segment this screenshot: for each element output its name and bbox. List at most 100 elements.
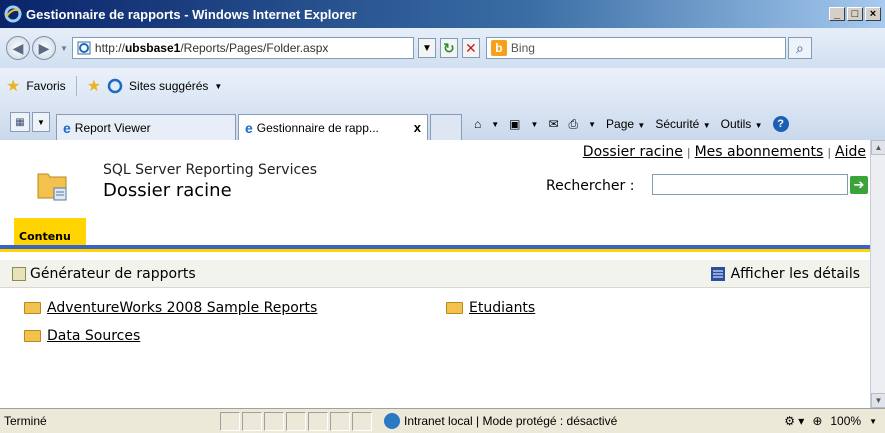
details-list-icon	[710, 266, 725, 281]
status-cell	[352, 411, 372, 431]
command-bar: ⌂ ▼ ▣ ▼ ✉ ⎙ ▼ Page ▼ Sécurité ▼ Outils ▼ ?	[474, 116, 789, 132]
close-window-button[interactable]: ×	[865, 7, 881, 21]
link-help[interactable]: Aide	[835, 144, 866, 160]
page-icon	[77, 41, 91, 55]
address-toolbar: ◀ ▶ ▼ http://ubsbase1/Reports/Pages/Fold…	[0, 28, 885, 68]
forward-arrow-icon: ▶	[38, 39, 50, 56]
home-dropdown-icon[interactable]: ▼	[491, 120, 499, 129]
report-builder-button[interactable]: Générateur de rapports	[12, 266, 196, 282]
link-subscriptions[interactable]: Mes abonnements	[695, 144, 824, 160]
search-label: Rechercher :	[546, 178, 635, 194]
favorites-bar: ★ Favoris ★ Sites suggérés ▼	[0, 68, 885, 104]
tab-report-viewer[interactable]: e Report Viewer	[56, 114, 236, 140]
search-button[interactable]: ⌕	[787, 37, 812, 59]
search-input[interactable]	[652, 174, 848, 195]
tab-list-button[interactable]: ▼	[32, 112, 50, 132]
status-cell	[242, 411, 262, 431]
tab-divider-yellow	[0, 249, 870, 252]
magnifier-icon: ⌕	[796, 39, 804, 56]
maximize-button[interactable]: □	[847, 7, 863, 21]
quick-tabs-button[interactable]: ▦	[10, 112, 30, 132]
suggested-sites-button[interactable]: Sites suggérés	[129, 79, 208, 93]
intranet-globe-icon	[384, 413, 400, 429]
content-toolbar: Générateur de rapports Afficher les déta…	[0, 260, 870, 288]
separator	[75, 76, 77, 96]
zoom-level: 100%	[830, 414, 862, 428]
chevron-down-icon: ▼	[421, 42, 432, 54]
ie-tab-icon: e	[245, 119, 253, 136]
history-dropdown-icon[interactable]: ▼	[60, 44, 68, 53]
tab-row: ▦ ▼ e Report Viewer e Gestionnaire de ra…	[0, 104, 885, 140]
list-item-folder[interactable]: Data Sources	[24, 328, 140, 344]
protected-mode-icon[interactable]: ⚙ ▾	[784, 414, 804, 428]
folder-icon	[446, 302, 463, 314]
close-tab-icon[interactable]: x	[414, 120, 421, 135]
show-details-button[interactable]: Afficher les détails	[710, 265, 860, 282]
address-bar[interactable]: http://ubsbase1/Reports/Pages/Folder.asp…	[71, 37, 414, 59]
tab-contents[interactable]: Contenu	[14, 218, 86, 245]
minimize-button[interactable]: _	[829, 7, 845, 21]
window-controls: _ □ ×	[829, 7, 881, 21]
status-cell	[330, 411, 350, 431]
print-icon[interactable]: ⎙	[569, 117, 579, 132]
address-prefix: http://	[94, 41, 125, 55]
status-cell	[220, 411, 240, 431]
favorites-star-icon: ★	[6, 78, 21, 95]
vertical-scrollbar[interactable]: ▲ ▼	[870, 140, 885, 408]
security-menu[interactable]: Sécurité ▼	[655, 117, 710, 131]
scroll-up-arrow-icon[interactable]: ▲	[871, 140, 885, 155]
window-title: Gestionnaire de rapports - Windows Inter…	[26, 6, 357, 22]
security-zone-label: Intranet local | Mode protégé : désactiv…	[404, 414, 618, 428]
new-tab-button[interactable]	[430, 114, 462, 140]
tools-menu[interactable]: Outils ▼	[721, 117, 763, 131]
address-path: /Reports/Pages/Folder.aspx	[180, 41, 329, 55]
refresh-icon: ↻	[443, 39, 455, 56]
refresh-button[interactable]: ↻	[439, 38, 458, 58]
scroll-down-arrow-icon[interactable]: ▼	[871, 393, 885, 408]
page-menu[interactable]: Page ▼	[606, 117, 645, 131]
folder-large-icon	[37, 173, 67, 201]
feeds-dropdown-icon[interactable]: ▼	[531, 120, 539, 129]
stop-icon: ✕	[465, 39, 477, 56]
link-separator: |	[827, 146, 832, 159]
list-item-folder[interactable]: Etudiants	[446, 300, 535, 316]
security-zone[interactable]: Intranet local | Mode protégé : désactiv…	[384, 413, 724, 429]
tab-report-manager[interactable]: e Gestionnaire de rapp... x	[238, 114, 428, 140]
tab-label: Report Viewer	[74, 120, 151, 135]
arrow-right-icon: ➔	[853, 177, 865, 192]
stop-button[interactable]: ✕	[461, 38, 480, 58]
home-icon[interactable]: ⌂	[474, 117, 481, 131]
chevron-down-icon: ▼	[37, 117, 45, 127]
favorites-button[interactable]: Favoris	[26, 79, 65, 93]
folder-link[interactable]: AdventureWorks 2008 Sample Reports	[47, 300, 317, 316]
forward-button[interactable]: ▶	[32, 36, 56, 60]
zoom-control[interactable]: ⚙ ▾ ⊕ 100% ▼	[784, 414, 877, 428]
security-menu-label: Sécurité	[655, 117, 700, 131]
status-cell	[286, 411, 306, 431]
search-box[interactable]: b Bing	[485, 37, 786, 59]
page-content: Dossier racine | Mes abonnements | Aide SQL …	[0, 140, 870, 408]
suggested-dropdown-icon[interactable]: ▼	[214, 82, 222, 91]
feeds-icon[interactable]: ▣	[509, 117, 520, 131]
folder-link[interactable]: Etudiants	[469, 300, 535, 316]
report-builder-icon	[12, 266, 26, 281]
zoom-dropdown-icon[interactable]: ▼	[869, 417, 877, 426]
add-favorite-icon[interactable]: ★	[87, 76, 101, 96]
help-icon[interactable]: ?	[772, 116, 789, 132]
print-dropdown-icon[interactable]: ▼	[588, 120, 596, 129]
link-root-folder[interactable]: Dossier racine	[583, 144, 683, 160]
status-cell	[308, 411, 328, 431]
show-details-label: Afficher les détails	[730, 265, 860, 282]
zoom-icon: ⊕	[812, 414, 823, 428]
folder-icon	[24, 330, 41, 342]
search-go-button[interactable]: ➔	[850, 176, 868, 194]
product-name: SQL Server Reporting Services	[103, 162, 318, 178]
ie-suggested-icon	[107, 78, 123, 94]
status-bar: Terminé Intranet local | Mode protégé : …	[0, 408, 885, 433]
address-dropdown-button[interactable]: ▼	[417, 38, 436, 58]
bing-icon: b	[490, 40, 507, 56]
back-button[interactable]: ◀	[6, 36, 30, 60]
folder-link[interactable]: Data Sources	[47, 328, 140, 344]
mail-icon[interactable]: ✉	[548, 117, 558, 131]
list-item-folder[interactable]: AdventureWorks 2008 Sample Reports	[24, 300, 317, 316]
